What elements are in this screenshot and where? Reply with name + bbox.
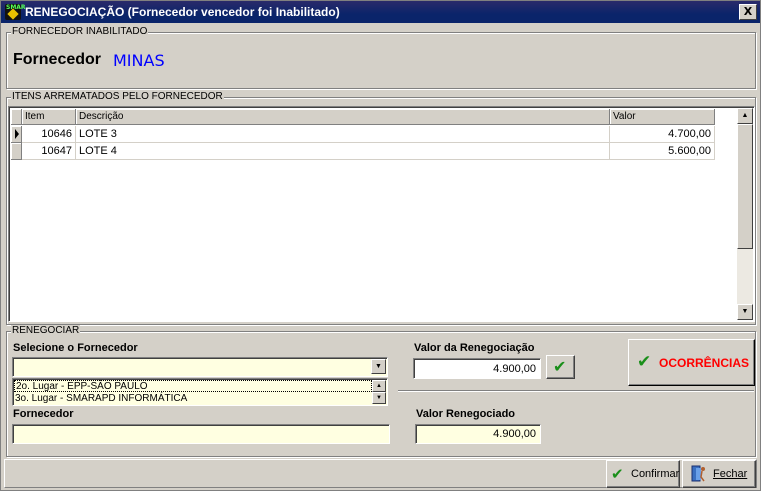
fornecedor-name: MINAS — [113, 51, 165, 70]
confirm-valor-button[interactable]: ✔ — [546, 355, 575, 379]
scroll-up-icon[interactable]: ▲ — [372, 380, 386, 392]
fechar-button[interactable]: Fechar — [682, 460, 756, 488]
check-icon: ✔ — [611, 465, 624, 483]
group-label: ITENS ARREMATADOS PELO FORNECEDOR — [11, 91, 224, 102]
scroll-thumb[interactable] — [737, 124, 753, 249]
confirmar-label: Confirmar — [631, 468, 680, 480]
close-icon: X — [743, 5, 753, 18]
valor-renegociacao-label: Valor da Renegociação — [414, 342, 535, 354]
row-indicator[interactable] — [11, 143, 22, 160]
column-header-item[interactable]: Item — [22, 109, 76, 125]
scroll-up-icon[interactable]: ▲ — [737, 108, 753, 124]
fornecedor-options-list[interactable]: 2o. Lugar - EPP-SÃO PAULO 3o. Lugar - SM… — [12, 378, 388, 406]
valor-renegociado-label: Valor Renegociado — [416, 408, 516, 420]
table-row-descricao[interactable]: LOTE 3 — [76, 126, 610, 143]
fornecedor-field-label: Fornecedor — [13, 408, 74, 420]
valor-renegociado-field[interactable]: 4.900,00 — [415, 424, 541, 444]
check-icon: ✔ — [637, 352, 652, 372]
exit-door-icon — [691, 465, 705, 482]
list-item[interactable]: 2o. Lugar - EPP-SÃO PAULO — [14, 380, 372, 392]
renegociacao-window: SMAR RENEGOCIAÇÃO (Fornecedor vencedor f… — [0, 0, 761, 491]
group-label: RENEGOCIAR — [11, 325, 81, 336]
table-row-valor[interactable]: 4.700,00 — [610, 126, 715, 143]
fechar-label: Fechar — [713, 468, 748, 480]
window-title: RENEGOCIAÇÃO (Fornecedor vencedor foi In… — [25, 5, 340, 19]
confirmar-button[interactable]: ✔ Confirmar — [606, 460, 680, 488]
app-logo-icon: SMAR — [5, 4, 26, 20]
check-icon: ✔ — [553, 357, 567, 376]
close-button[interactable]: X — [739, 4, 757, 20]
chevron-down-icon[interactable]: ▼ — [371, 359, 386, 374]
fornecedor-select[interactable]: ▼ — [12, 357, 388, 377]
column-header-descricao[interactable]: Descrição — [76, 109, 610, 125]
group-label: FORNECEDOR INABILITADO — [11, 26, 149, 37]
table-row-descricao[interactable]: LOTE 4 — [76, 143, 610, 160]
fornecedor-inabilitado-group: FORNECEDOR INABILITADO Fornecedor MINAS — [6, 26, 756, 89]
fornecedor-field[interactable] — [12, 424, 390, 444]
scroll-down-icon[interactable]: ▼ — [372, 392, 386, 404]
ocorrencias-button[interactable]: ✔ OCORRÊNCIAS — [628, 339, 755, 386]
table-row-valor[interactable]: 5.600,00 — [610, 143, 715, 160]
valor-renegociado-value: 4.900,00 — [493, 428, 536, 440]
row-indicator-icon[interactable] — [11, 126, 22, 143]
scroll-down-icon[interactable]: ▼ — [737, 304, 753, 320]
itens-grid[interactable]: Item Descrição Valor 10646 LOTE 3 4.700,… — [8, 106, 755, 322]
fornecedor-label: Fornecedor — [13, 51, 102, 68]
column-header-valor[interactable]: Valor — [610, 109, 715, 125]
grid-vertical-scrollbar[interactable]: ▲ ▼ — [737, 108, 753, 320]
app-logo-text: SMAR — [6, 4, 26, 11]
valor-renegociacao-input[interactable]: 4.900,00 — [413, 358, 541, 379]
ocorrencias-label: OCORRÊNCIAS — [659, 356, 750, 370]
grid-corner — [11, 109, 22, 125]
table-row-item[interactable]: 10647 — [22, 143, 76, 160]
table-row-item[interactable]: 10646 — [22, 126, 76, 143]
list-item[interactable]: 3o. Lugar - SMARAPD INFORMÁTICA — [14, 393, 187, 405]
title-bar[interactable]: SMAR RENEGOCIAÇÃO (Fornecedor vencedor f… — [1, 1, 760, 23]
renegociar-divider — [398, 390, 754, 391]
valor-renegociacao-value: 4.900,00 — [493, 363, 536, 375]
selecione-fornecedor-label: Selecione o Fornecedor — [13, 342, 138, 354]
